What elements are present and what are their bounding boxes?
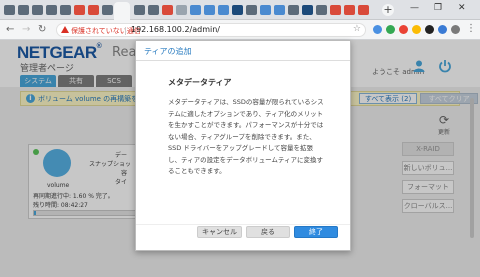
browser-tab[interactable] — [148, 5, 159, 15]
browser-toolbar: ← → ↻ 保護されていない通信 192.168.100.2/admin/ ☆ … — [0, 20, 480, 40]
browser-tab[interactable] — [46, 5, 57, 15]
browser-tab[interactable] — [232, 5, 243, 15]
browser-tab[interactable] — [102, 5, 113, 15]
warning-triangle-icon — [61, 26, 69, 33]
browser-tab[interactable] — [18, 5, 29, 15]
add-tier-dialog: ティアの追加 メタデータティア メタデータティアは、SSDの容量が限られているシ… — [135, 40, 351, 251]
maximize-button[interactable]: ❐ — [434, 3, 442, 13]
browser-tab[interactable] — [288, 5, 299, 15]
divider — [136, 224, 350, 225]
extension-icon[interactable] — [412, 25, 421, 34]
browser-tab[interactable] — [88, 5, 99, 15]
forward-arrow-icon[interactable]: → — [22, 24, 30, 35]
extension-icon[interactable] — [425, 25, 434, 34]
omnibox-divider — [125, 27, 126, 35]
address-bar[interactable]: 保護されていない通信 192.168.100.2/admin/ ☆ — [56, 23, 366, 37]
cancel-button[interactable]: キャンセル — [197, 226, 242, 238]
close-window-button[interactable]: ✕ — [458, 3, 466, 13]
browser-tab[interactable] — [60, 5, 71, 15]
dialog-heading: メタデータティア — [168, 78, 232, 87]
browser-tab[interactable] — [162, 5, 173, 15]
browser-tab[interactable] — [74, 5, 85, 15]
browser-tab[interactable] — [176, 5, 187, 15]
finish-button[interactable]: 終了 — [294, 226, 338, 238]
new-tab-button[interactable]: + — [382, 4, 394, 16]
extension-icon[interactable] — [373, 25, 382, 34]
browser-tab[interactable] — [190, 5, 201, 15]
extension-icon[interactable] — [386, 25, 395, 34]
reload-icon[interactable]: ↻ — [38, 24, 46, 35]
browser-tab[interactable] — [218, 5, 229, 15]
browser-tab[interactable] — [302, 5, 313, 15]
browser-tab[interactable] — [4, 5, 15, 15]
url-text[interactable]: 192.168.100.2/admin/ — [131, 25, 220, 34]
back-button[interactable]: 戻る — [246, 226, 290, 238]
browser-tab[interactable] — [274, 5, 285, 15]
browser-tab[interactable] — [344, 5, 355, 15]
extension-icon[interactable] — [438, 25, 447, 34]
browser-tab[interactable] — [330, 5, 341, 15]
browser-tab[interactable] — [134, 5, 145, 15]
browser-tab-active[interactable] — [114, 2, 130, 20]
back-arrow-icon[interactable]: ← — [6, 24, 14, 35]
extension-icon[interactable] — [399, 25, 408, 34]
browser-tab[interactable] — [260, 5, 271, 15]
profile-avatar[interactable] — [451, 25, 460, 34]
browser-tab[interactable] — [358, 5, 369, 15]
bookmark-star-icon[interactable]: ☆ — [353, 24, 361, 34]
browser-menu-icon[interactable]: ⋮ — [466, 23, 476, 34]
browser-tab[interactable] — [32, 5, 43, 15]
browser-tab-strip: + — ❐ ✕ — [0, 0, 480, 20]
minimize-button[interactable]: — — [410, 3, 419, 13]
dialog-title: ティアの追加 — [144, 47, 192, 56]
divider — [136, 60, 350, 61]
browser-tab[interactable] — [204, 5, 215, 15]
dialog-body-text: メタデータティアは、SSDの容量が限られているシステムに適したオプションであり、… — [168, 98, 324, 175]
browser-tab[interactable] — [316, 5, 327, 15]
browser-tab[interactable] — [246, 5, 257, 15]
